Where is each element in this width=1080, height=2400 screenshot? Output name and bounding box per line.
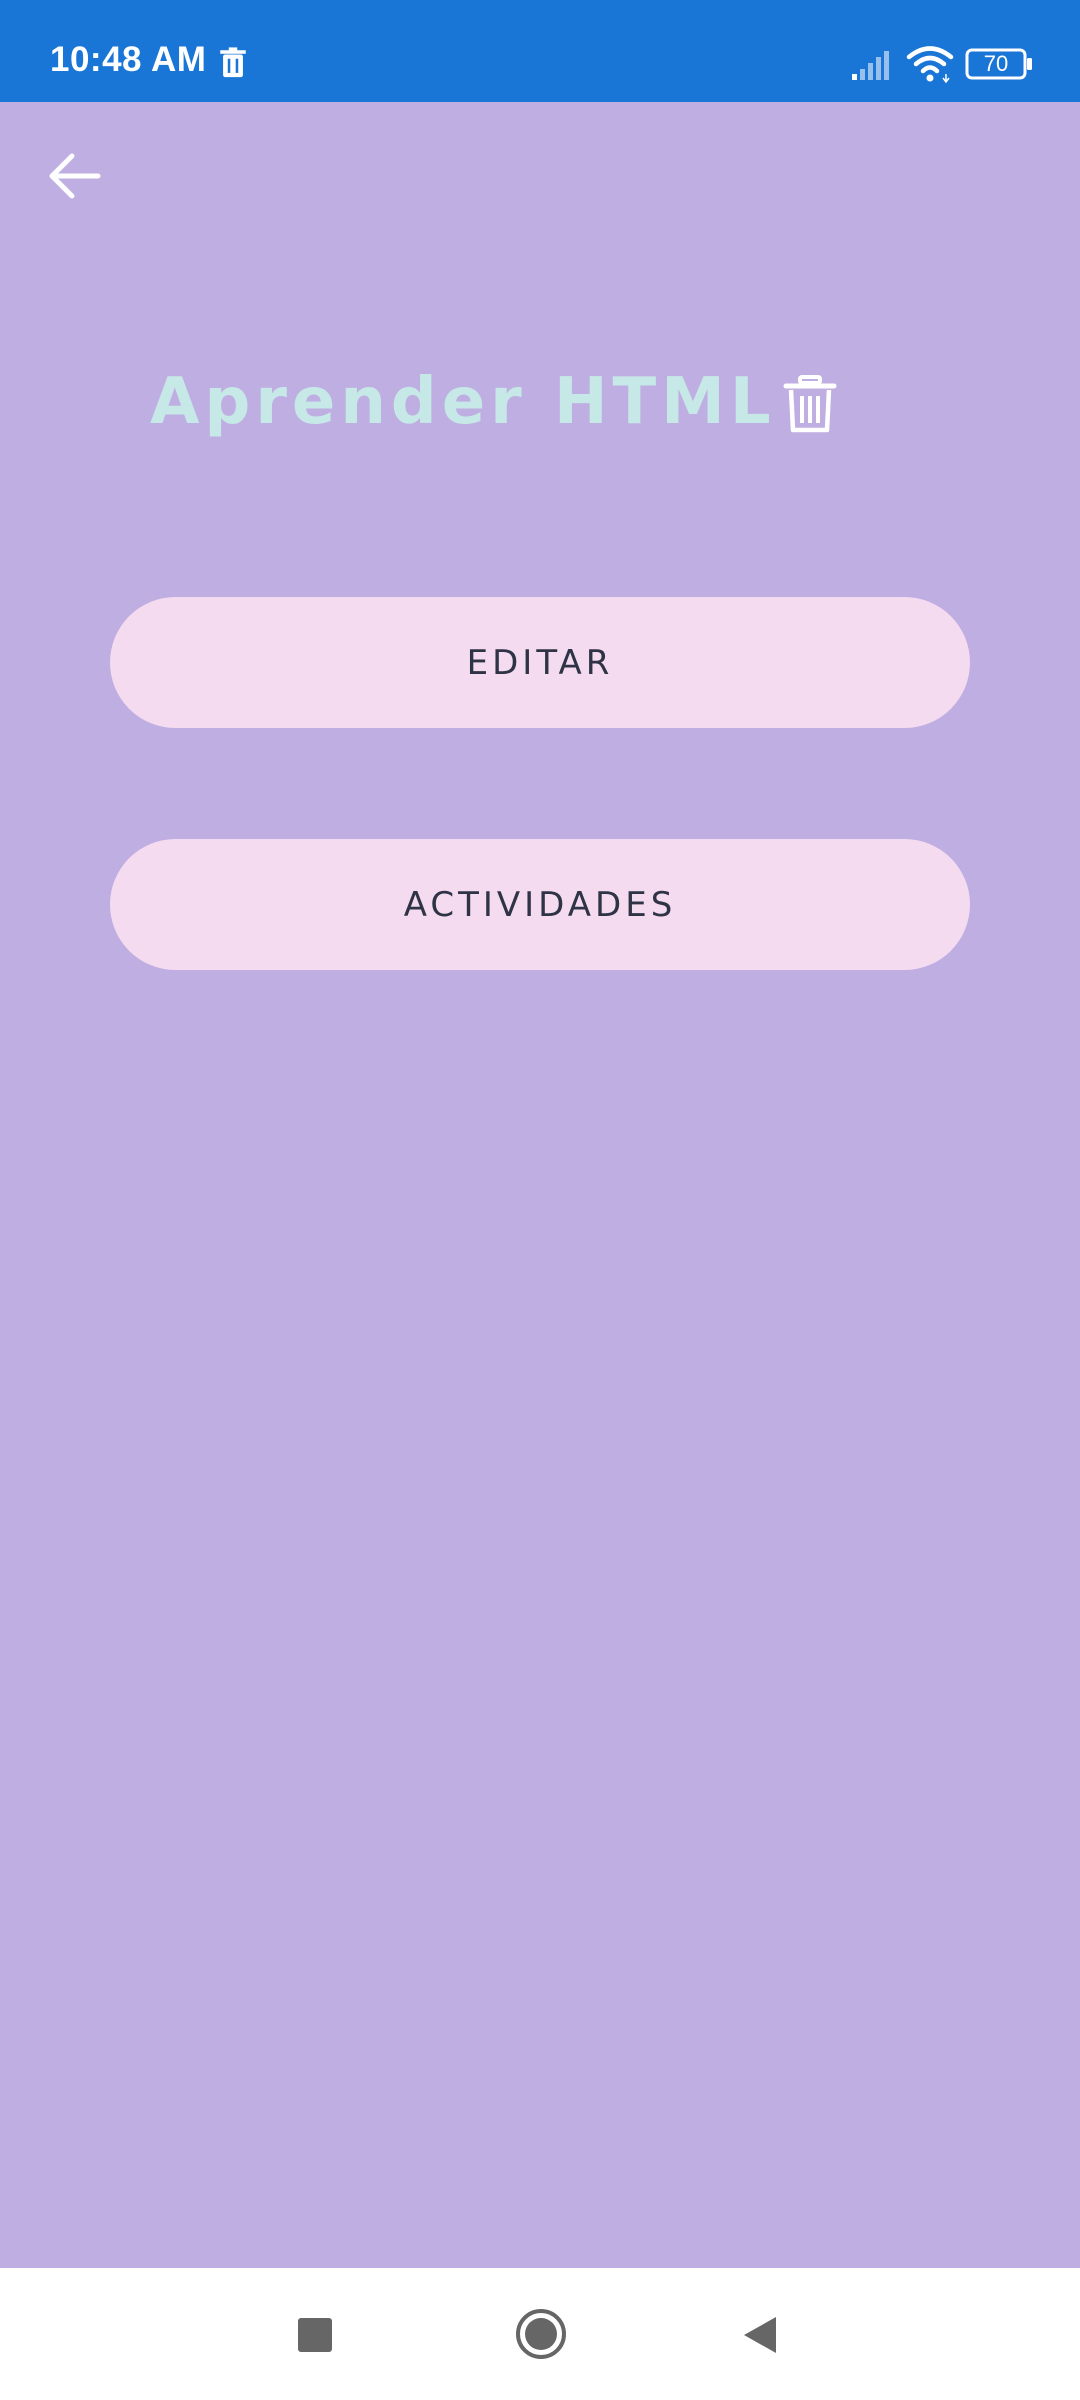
signal-icon xyxy=(852,51,889,80)
status-bar: 10:48 AM 70 xyxy=(0,0,1080,102)
status-time: 10:48 AM xyxy=(50,40,207,79)
back-triangle-icon[interactable] xyxy=(740,2314,780,2356)
screen: 10:48 AM 70 Aprender HTML EDITAR ACTIVID… xyxy=(0,0,1080,2400)
delete-trash-icon[interactable] xyxy=(782,374,838,434)
back-arrow-icon[interactable] xyxy=(44,145,106,207)
battery-level: 70 xyxy=(983,51,1009,76)
trash-icon xyxy=(220,47,246,78)
activities-button[interactable]: ACTIVIDADES xyxy=(110,839,970,970)
page-title: Aprender HTML xyxy=(150,365,776,439)
edit-button-label: EDITAR xyxy=(466,642,614,683)
wifi-icon xyxy=(906,46,954,84)
navigation-bar xyxy=(0,2268,1080,2400)
battery-icon: 70 xyxy=(965,48,1035,80)
home-circle-icon[interactable] xyxy=(515,2308,567,2360)
activities-button-label: ACTIVIDADES xyxy=(403,884,677,925)
edit-button[interactable]: EDITAR xyxy=(110,597,970,728)
recents-square-icon[interactable] xyxy=(298,2318,332,2352)
